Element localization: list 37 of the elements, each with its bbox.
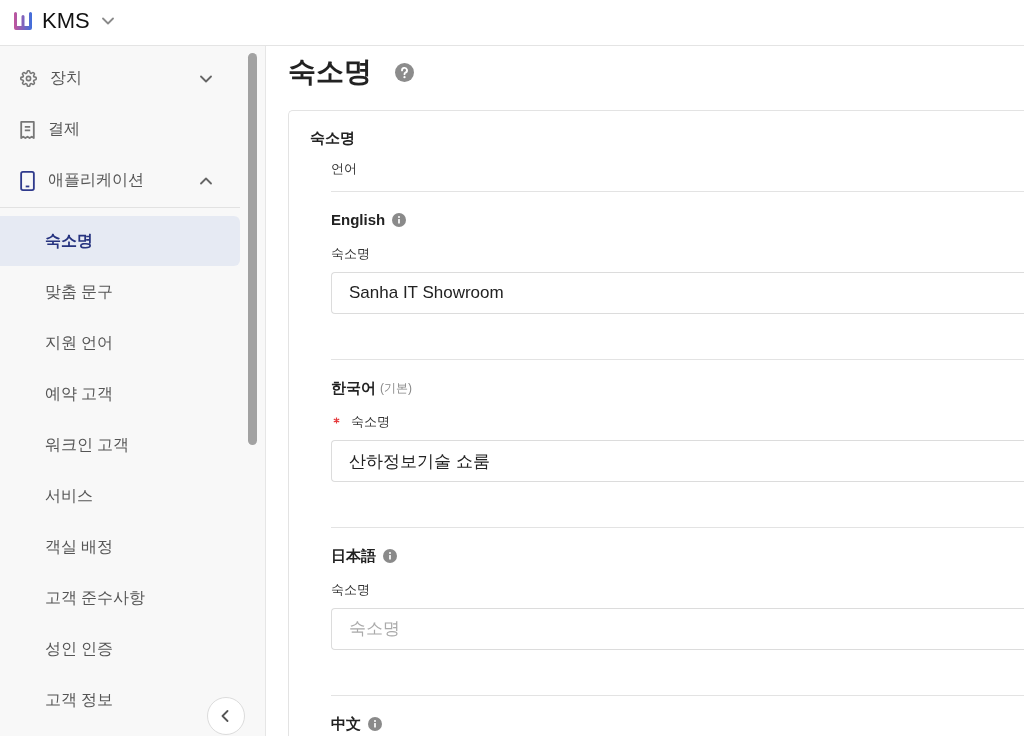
menu-item[interactable]: 고객 정보: [0, 675, 130, 725]
language-title: 中文: [331, 714, 361, 734]
field-label: 숙소명: [331, 246, 370, 263]
logo-icon: [14, 11, 32, 30]
field-label: 숙소명: [351, 414, 390, 431]
column-header: 언어: [331, 160, 357, 178]
help-icon: [395, 62, 414, 82]
card-title: 숙소명: [310, 128, 356, 148]
menu-item[interactable]: 고객 준수사항: [0, 573, 162, 623]
app-switcher[interactable]: KMS: [42, 7, 114, 34]
tablet-icon: [20, 170, 35, 191]
menu-item[interactable]: 숙소명: [0, 216, 240, 266]
page-title: 숙소명: [288, 55, 372, 89]
text-field[interactable]: 숙소명: [331, 608, 1024, 650]
menu-item[interactable]: 결제: [0, 104, 240, 155]
menu-item[interactable]: 애플리케이션: [0, 155, 240, 206]
menu-item[interactable]: 장치: [0, 53, 240, 104]
menu-item[interactable]: 서비스: [0, 471, 109, 521]
language-title: 日本語: [331, 546, 376, 566]
language-title: 한국어: [331, 378, 376, 398]
field-label: 숙소명: [331, 582, 370, 599]
menu-item[interactable]: 지원 언어: [0, 318, 130, 368]
text-field[interactable]: 산하정보기술 쇼룸: [331, 440, 1024, 482]
language-title: English: [331, 210, 386, 230]
scrollbar-thumb[interactable]: [248, 53, 257, 445]
menu-item[interactable]: 객실 배정: [0, 522, 130, 572]
caret-icon: [101, 16, 114, 25]
menu-item[interactable]: 예약 고객: [0, 369, 130, 419]
menu-item[interactable]: 워크인 고객: [0, 420, 146, 470]
chevron-left-icon: [221, 710, 229, 722]
default-note: (기본): [380, 380, 412, 397]
menu-item[interactable]: 성인 인증: [0, 624, 130, 674]
receipt-icon: [20, 120, 35, 139]
collapse-sidebar-button[interactable]: [207, 697, 245, 735]
text-field[interactable]: Sanha IT Showroom: [331, 272, 1024, 314]
menu-item[interactable]: 맞춤 문구: [0, 267, 130, 317]
gear-icon: [20, 70, 37, 87]
